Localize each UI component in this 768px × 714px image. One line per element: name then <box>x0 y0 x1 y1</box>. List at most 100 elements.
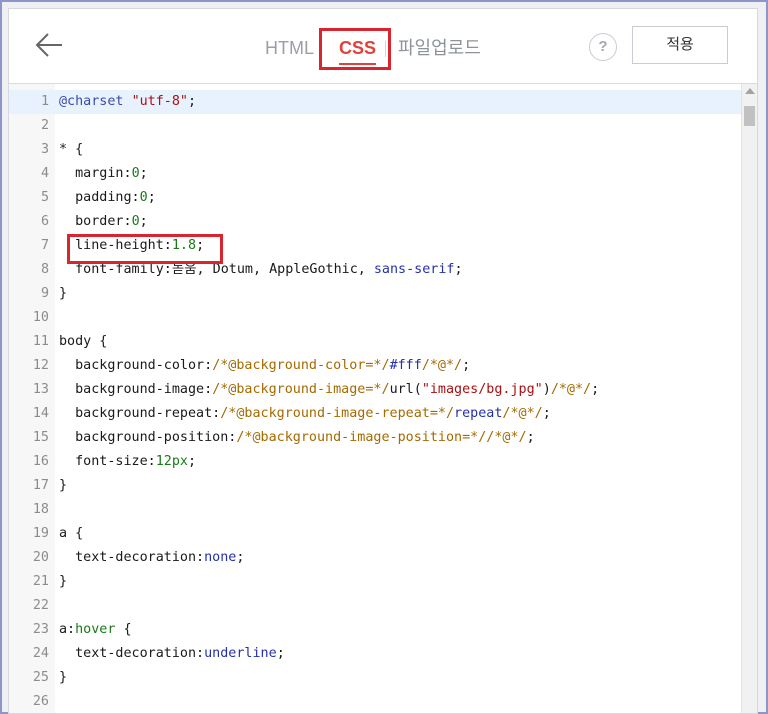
code-line[interactable]: 1 @charset "utf-8"; <box>9 90 741 114</box>
code-token: } <box>59 670 68 685</box>
tab-css[interactable]: CSS <box>339 33 377 65</box>
line-number: 2 <box>40 118 49 133</box>
code-token: font-size: <box>59 454 156 469</box>
line-number: 10 <box>32 310 49 325</box>
line-number: 21 <box>32 574 49 589</box>
code-token: text-decoration: <box>59 550 205 565</box>
code-text: background-color:/*@background-color=*/#… <box>59 354 470 378</box>
code-line[interactable]: 16 font-size:12px; <box>9 450 741 474</box>
code-text: margin:0; <box>59 162 148 186</box>
code-token: 0 <box>131 166 140 181</box>
apply-button[interactable]: 적용 <box>632 26 728 64</box>
code-line[interactable]: 20 text-decoration:none; <box>9 546 741 570</box>
code-line[interactable]: 3 * { <box>9 138 741 162</box>
code-text: } <box>59 666 67 690</box>
code-token: text-decoration: <box>59 646 205 661</box>
code-line[interactable]: 11 body { <box>9 330 741 354</box>
code-token: underline <box>204 646 277 661</box>
code-line[interactable]: 15 background-position:/*@background-ima… <box>9 426 741 450</box>
code-token: background-position: <box>59 430 237 445</box>
css-editor-window: HTML CSS 파일업로드 ? 적용 1 @charset "utf-8"; 2 3… <box>8 8 758 714</box>
code-line[interactable]: 17} <box>9 474 741 498</box>
line-number: 20 <box>32 550 49 565</box>
code-text: } <box>59 570 67 594</box>
code-token: /*@*/ <box>421 358 463 373</box>
back-button[interactable] <box>33 29 65 61</box>
code-token: ; <box>526 430 535 445</box>
code-token: ) <box>542 382 551 397</box>
code-token: /*@background-image-position=*//*@*/ <box>236 430 527 445</box>
code-line[interactable]: 10 <box>9 306 741 330</box>
scroll-up-arrow-icon[interactable] <box>745 88 755 94</box>
code-text: a { <box>59 522 83 546</box>
screenshot-frame: HTML CSS 파일업로드 ? 적용 1 @charset "utf-8"; 2 3… <box>0 0 768 714</box>
line-number: 19 <box>32 526 49 541</box>
code-token: ; <box>454 262 463 277</box>
code-line[interactable]: 4 margin:0; <box>9 162 741 186</box>
code-line[interactable]: 8 font-family:돋움, Dotum, AppleGothic, sa… <box>9 258 741 282</box>
code-line[interactable]: 26 <box>9 690 741 713</box>
code-line[interactable]: 19 a { <box>9 522 741 546</box>
code-line[interactable]: 2 <box>9 114 741 138</box>
line-number: 9 <box>40 286 49 301</box>
code-token: 돋움, Dotum, AppleGothic, <box>171 262 374 277</box>
code-line[interactable]: 9} <box>9 282 741 306</box>
code-line[interactable]: 12 background-color:/*@background-color=… <box>9 354 741 378</box>
code-token: ; <box>236 550 245 565</box>
code-text: a:hover { <box>59 618 132 642</box>
code-text: * { <box>59 138 83 162</box>
code-token: background-repeat: <box>59 406 221 421</box>
tab-divider <box>385 41 386 57</box>
line-number: 11 <box>32 334 49 349</box>
line-number: 13 <box>32 382 49 397</box>
code-token: ; <box>462 358 471 373</box>
tab-file-upload[interactable]: 파일업로드 <box>398 33 481 63</box>
vertical-scrollbar[interactable] <box>741 84 757 713</box>
code-token: repeat <box>454 406 503 421</box>
code-token: ; <box>139 214 148 229</box>
code-line[interactable]: 25} <box>9 666 741 690</box>
code-token: border: <box>59 214 132 229</box>
code-line[interactable]: 18 <box>9 498 741 522</box>
code-text: line-height:1.8; <box>59 234 204 258</box>
line-number: 6 <box>40 214 49 229</box>
code-line[interactable]: 24 text-decoration:underline; <box>9 642 741 666</box>
code-line[interactable]: 14 background-repeat:/*@background-image… <box>9 402 741 426</box>
code-token: ; <box>188 94 197 109</box>
code-token: body { <box>59 334 108 349</box>
code-token: /*@background-color=*/ <box>212 358 390 373</box>
code-line[interactable]: 21} <box>9 570 741 594</box>
code-editor[interactable]: 1 @charset "utf-8"; 2 3 * {4 margin:0; 5 padd… <box>9 84 757 713</box>
tab-html[interactable]: HTML <box>265 33 314 63</box>
code-line[interactable]: 6 border:0; <box>9 210 741 234</box>
code-token: margin: <box>59 166 132 181</box>
code-text: @charset "utf-8"; <box>59 90 196 114</box>
code-token: } <box>59 574 68 589</box>
code-line[interactable]: 22 <box>9 594 741 618</box>
line-number: 1 <box>40 94 49 109</box>
line-number: 7 <box>40 238 49 253</box>
code-lines[interactable]: 1 @charset "utf-8"; 2 3 * {4 margin:0; 5 padd… <box>9 90 741 713</box>
line-number: 26 <box>32 694 49 709</box>
code-token: ; <box>276 646 285 661</box>
line-number: 16 <box>32 454 49 469</box>
code-line[interactable]: 13 background-image:/*@background-image=… <box>9 378 741 402</box>
code-text: background-position:/*@background-image-… <box>59 426 535 450</box>
code-token: a { <box>59 526 84 541</box>
code-token: padding: <box>59 190 140 205</box>
code-token: ; <box>591 382 600 397</box>
code-line[interactable]: 5 padding:0; <box>9 186 741 210</box>
editor-toolbar: HTML CSS 파일업로드 ? 적용 <box>9 9 757 84</box>
code-token: ; <box>139 166 148 181</box>
help-button[interactable]: ? <box>589 33 617 61</box>
code-line[interactable]: 7 line-height:1.8; <box>9 234 741 258</box>
code-token: /*@*/ <box>502 406 543 421</box>
code-token: ; <box>188 454 197 469</box>
code-text: background-repeat:/*@background-image-re… <box>59 402 551 426</box>
code-token: 1.8 <box>171 238 197 253</box>
code-text: text-decoration:underline; <box>59 642 285 666</box>
scroll-thumb[interactable] <box>744 106 755 126</box>
code-token: /*@*/ <box>550 382 592 397</box>
code-line[interactable]: 23 a:hover { <box>9 618 741 642</box>
line-number: 5 <box>40 190 49 205</box>
